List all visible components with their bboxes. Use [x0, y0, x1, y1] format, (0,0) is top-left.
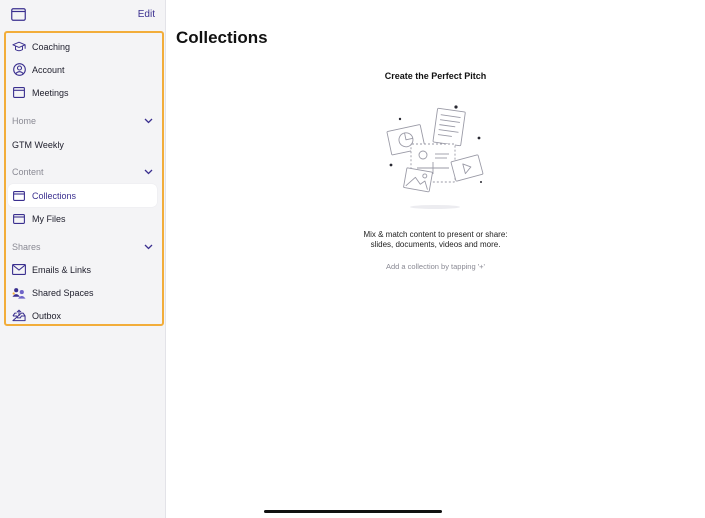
- description-line: slides, documents, videos and more.: [370, 240, 501, 249]
- outbox-tray-icon: [12, 309, 26, 323]
- folder-icon: [12, 189, 26, 203]
- chevron-down-icon: [144, 116, 153, 126]
- section-title: Home: [12, 116, 37, 126]
- section-title: Shares: [12, 242, 41, 252]
- section-header-content[interactable]: Content: [8, 164, 157, 180]
- home-indicator[interactable]: [264, 510, 442, 513]
- sidebar-item-label: Collections: [32, 190, 77, 201]
- sidebar-item-label: Emails & Links: [32, 264, 92, 275]
- sidebar-item-label: My Files: [32, 213, 66, 224]
- chevron-down-icon: [144, 242, 153, 252]
- sidebar-item-label: GTM Weekly: [12, 139, 64, 150]
- page-title: Collections: [176, 28, 268, 47]
- edit-button[interactable]: Edit: [138, 9, 155, 20]
- sidebar-item-label: Outbox: [32, 310, 62, 321]
- sidebar-item-account[interactable]: Account: [8, 58, 157, 81]
- section-title: Content: [12, 167, 44, 177]
- sidebar-item-outbox[interactable]: Outbox: [8, 304, 157, 327]
- people-icon: [12, 286, 26, 300]
- sidebar-item-label: Meetings: [32, 87, 69, 98]
- sidebar-item-label: Account: [32, 64, 65, 75]
- sidebar-item-collections[interactable]: Collections: [8, 184, 157, 207]
- description-line: Mix & match content to present or share:: [363, 230, 508, 239]
- empty-state-description: Mix & match content to present or share:…: [166, 230, 705, 250]
- sidebar-item-label: Coaching: [32, 41, 71, 52]
- sidebar: Edit Coaching Account Meetings Home GTM …: [0, 0, 166, 518]
- sidebar-item-label: Shared Spaces: [32, 287, 94, 298]
- empty-state-heading: Create the Perfect Pitch: [384, 71, 487, 81]
- sidebar-toggle-icon[interactable]: [11, 8, 26, 21]
- envelope-icon: [12, 263, 26, 277]
- section-header-home[interactable]: Home: [8, 113, 157, 129]
- sidebar-item-my-files[interactable]: My Files: [8, 207, 157, 230]
- sidebar-item-emails-links[interactable]: Emails & Links: [8, 258, 157, 281]
- sidebar-topbar: Edit: [0, 0, 166, 30]
- sidebar-item-shared-spaces[interactable]: Shared Spaces: [8, 281, 157, 304]
- person-circle-icon: [12, 63, 26, 77]
- graduation-cap-icon: [12, 40, 26, 54]
- sidebar-item-gtm-weekly[interactable]: GTM Weekly: [8, 133, 157, 156]
- folder-icon: [12, 212, 26, 226]
- section-header-shares[interactable]: Shares: [8, 239, 157, 255]
- empty-state-hint: Add a collection by tapping '+': [386, 262, 485, 271]
- chevron-down-icon: [144, 167, 153, 177]
- empty-state-illustration: [383, 102, 488, 212]
- sidebar-item-coaching[interactable]: Coaching: [8, 35, 157, 58]
- sidebar-item-meetings[interactable]: Meetings: [8, 81, 157, 104]
- calendar-icon: [12, 86, 26, 100]
